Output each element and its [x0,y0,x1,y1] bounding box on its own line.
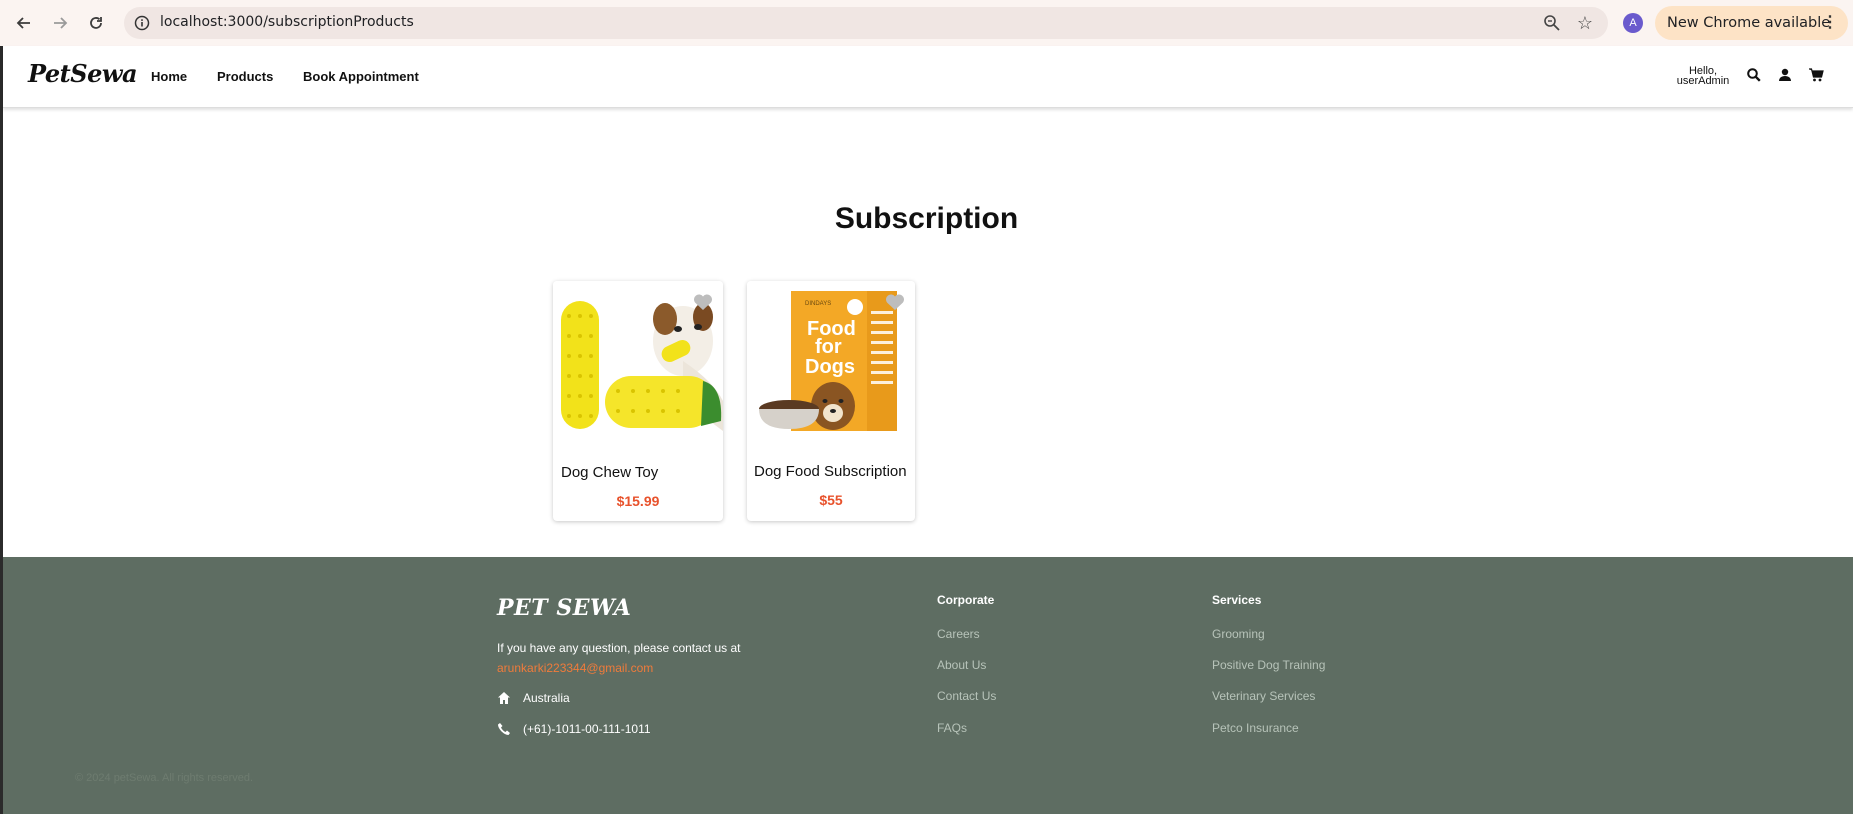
chrome-update-button[interactable]: New Chrome available ⋮ [1655,6,1848,40]
product-name[interactable]: Dog Food Subscription [747,463,915,480]
package-brand-text: DINDAYS [805,301,831,307]
footer-link-dog-training[interactable]: Positive Dog Training [1212,658,1325,672]
package-for-text: for [815,336,842,358]
page-title: Subscription [834,202,1019,235]
footer-corporate-heading: Corporate [937,593,995,607]
site-header: PetSewa Home Products Book Appointment H… [3,46,1853,108]
footer-link-about-us[interactable]: About Us [937,658,986,672]
back-arrow-icon[interactable] [12,11,36,35]
product-name[interactable]: Dog Chew Toy [553,464,723,481]
product-card-dog-chew-toy[interactable]: Dog Chew Toy $15.99 [553,281,723,521]
site-info-icon[interactable] [132,13,152,33]
search-icon[interactable] [1746,67,1762,83]
browser-toolbar: localhost:3000/subscriptionProducts ☆ A … [0,0,1853,46]
reload-icon[interactable] [84,11,108,35]
footer-logo: PET SEWA [497,595,632,621]
user-icon[interactable] [1777,67,1793,83]
footer-phone: (+61)-1011-00-111-1011 [497,722,651,736]
site-footer: PET SEWA If you have any question, pleas… [3,557,1853,814]
address-bar[interactable]: localhost:3000/subscriptionProducts ☆ [124,7,1608,39]
bookmark-star-icon[interactable]: ☆ [1574,12,1596,34]
footer-location-text: Australia [523,691,570,705]
product-price: $55 [819,492,843,508]
product-price: $15.99 [616,493,660,509]
footer-link-grooming[interactable]: Grooming [1212,627,1265,641]
footer-phone-text: (+61)-1011-00-111-1011 [523,722,651,736]
footer-link-faqs[interactable]: FAQs [937,721,967,735]
profile-avatar[interactable]: A [1623,13,1643,33]
phone-icon [498,723,510,735]
nav-products[interactable]: Products [217,69,273,84]
footer-link-veterinary[interactable]: Veterinary Services [1212,689,1315,703]
browser-menu-icon[interactable]: ⋮ [1822,12,1838,32]
home-icon [498,692,510,704]
footer-link-careers[interactable]: Careers [937,627,980,641]
forward-arrow-icon[interactable] [48,11,72,35]
footer-email-link[interactable]: arunkarki223344@gmail.com [497,661,653,675]
product-card-dog-food-subscription[interactable]: DINDAYS Food for Dogs Dog Food Subscript… [747,281,915,521]
site-logo[interactable]: PetSewa [28,59,138,88]
favorite-heart-icon[interactable] [693,293,713,311]
footer-link-contact-us[interactable]: Contact Us [937,689,996,703]
nav-home[interactable]: Home [151,69,187,84]
favorite-heart-icon[interactable] [885,293,905,311]
user-greeting[interactable]: Hello, userAdmin [1673,66,1733,87]
cart-icon[interactable] [1808,67,1824,83]
chrome-update-label: New Chrome available [1667,15,1831,31]
footer-copyright: © 2024 petSewa. All rights reserved. [75,772,254,784]
package-dogs-text: Dogs [805,356,855,378]
url-text: localhost:3000/subscriptionProducts [160,14,414,30]
footer-contact-text: If you have any question, please contact… [497,641,741,655]
nav-book-appointment[interactable]: Book Appointment [303,69,419,84]
footer-link-insurance[interactable]: Petco Insurance [1212,721,1299,735]
footer-services-heading: Services [1212,593,1262,607]
footer-location: Australia [497,691,570,705]
greeting-username: userAdmin [1676,75,1730,87]
zoom-icon[interactable] [1542,13,1562,33]
